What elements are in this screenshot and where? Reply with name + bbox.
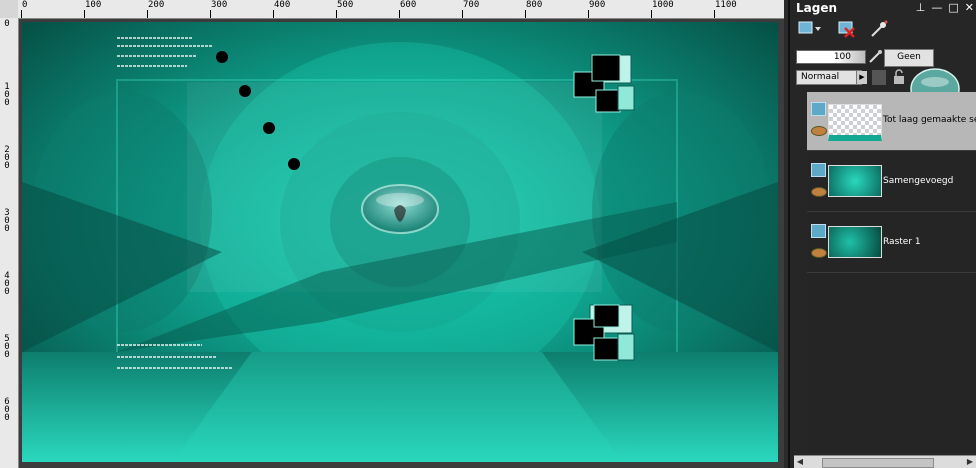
ruler-tick-label: 200: [148, 0, 165, 10]
new-layer-icon: [798, 21, 821, 34]
lock-icon[interactable]: [892, 69, 906, 85]
layer-effects-button[interactable]: [866, 19, 892, 39]
ruler-tick-label: 100: [85, 0, 102, 10]
panel-title: Lagen: [796, 1, 838, 15]
ruler-corner: [0, 0, 19, 19]
scroll-left-icon[interactable]: ◀: [795, 457, 805, 467]
delete-layer-icon: [838, 21, 855, 38]
image-canvas[interactable]: [22, 22, 778, 462]
ruler-tick-label: 900: [589, 0, 606, 10]
watermark-badge: [361, 184, 439, 234]
scroll-thumb[interactable]: [822, 458, 934, 468]
panel-window-controls: ⊥ — □ ✕: [916, 1, 974, 14]
layer-type-icon: [811, 163, 826, 177]
canvas-area: 0 100 200 300 400 500 600 700 800 900 1000 1100 0 10…: [0, 0, 784, 468]
ruler-tick-label: 300: [211, 0, 228, 10]
horizontal-scrollbar[interactable]: ◀ ▶: [794, 455, 976, 468]
blend-dropdown-arrow-icon[interactable]: ▶: [856, 71, 867, 84]
layer-row[interactable]: Raster 1: [807, 214, 976, 273]
ruler-tick-label: 600: [400, 0, 417, 10]
layers-panel: Lagen ⊥ — □ ✕ 100 Geen Normaal ▶ Tot laa…: [788, 0, 976, 468]
layer-type-icon: [811, 102, 826, 116]
ruler-tick-label: 500: [337, 0, 354, 10]
ruler-tick-label: 800: [526, 0, 543, 10]
blend-mode-select[interactable]: Normaal: [796, 70, 862, 85]
horizontal-ruler: 0 100 200 300 400 500 600 700 800 900 1000 1100: [18, 0, 784, 19]
artwork: [22, 22, 778, 462]
ruler-tick-label: 400: [274, 0, 291, 10]
ruler-tick-label: 500: [4, 334, 10, 360]
visibility-eye-icon[interactable]: [811, 187, 827, 197]
opacity-field[interactable]: 100: [796, 50, 866, 64]
vertical-ruler: 0 100 200 300 400 500 600: [0, 18, 19, 468]
scroll-right-icon[interactable]: ▶: [965, 457, 975, 467]
ruler-tick-label: 1100: [715, 0, 737, 10]
layer-row[interactable]: Tot laag gemaakte selectie: [807, 92, 976, 151]
ruler-tick-label: 400: [4, 271, 10, 297]
layer-type-icon: [811, 224, 826, 238]
visibility-eye-icon[interactable]: [811, 126, 827, 136]
ruler-tick-label: 0: [4, 19, 10, 29]
layer-thumbnail: [828, 165, 882, 197]
ruler-tick-label: 700: [463, 0, 480, 10]
minimize-icon[interactable]: —: [931, 1, 942, 14]
layers-list: Tot laag gemaakte selectie Samengevoegd …: [807, 92, 976, 454]
ruler-tick-label: 0: [22, 0, 28, 10]
ruler-tick-label: 600: [4, 397, 10, 423]
close-icon[interactable]: ✕: [965, 1, 974, 14]
layer-name: Raster 1: [883, 237, 921, 247]
layer-thumbnail: [828, 226, 882, 258]
wand-icon: [871, 20, 888, 37]
group-link-icon[interactable]: [872, 70, 886, 85]
ruler-tick-label: 100: [4, 82, 10, 108]
layer-name: Samengevoegd: [883, 176, 954, 186]
visibility-eye-icon[interactable]: [811, 248, 827, 258]
pin-icon[interactable]: ⊥: [916, 1, 926, 14]
ruler-tick-label: 1000: [652, 0, 674, 10]
ruler-tick-label: 300: [4, 208, 10, 234]
layer-name: Tot laag gemaakte selectie: [883, 115, 976, 125]
layer-thumbnail: [828, 104, 882, 141]
brush-icon[interactable]: [867, 49, 883, 65]
maximize-icon[interactable]: □: [948, 1, 958, 14]
layer-row[interactable]: Samengevoegd: [807, 153, 976, 212]
delete-layer-button[interactable]: [834, 19, 860, 39]
ruler-tick-label: 200: [4, 145, 10, 171]
new-layer-button[interactable]: [796, 19, 822, 39]
